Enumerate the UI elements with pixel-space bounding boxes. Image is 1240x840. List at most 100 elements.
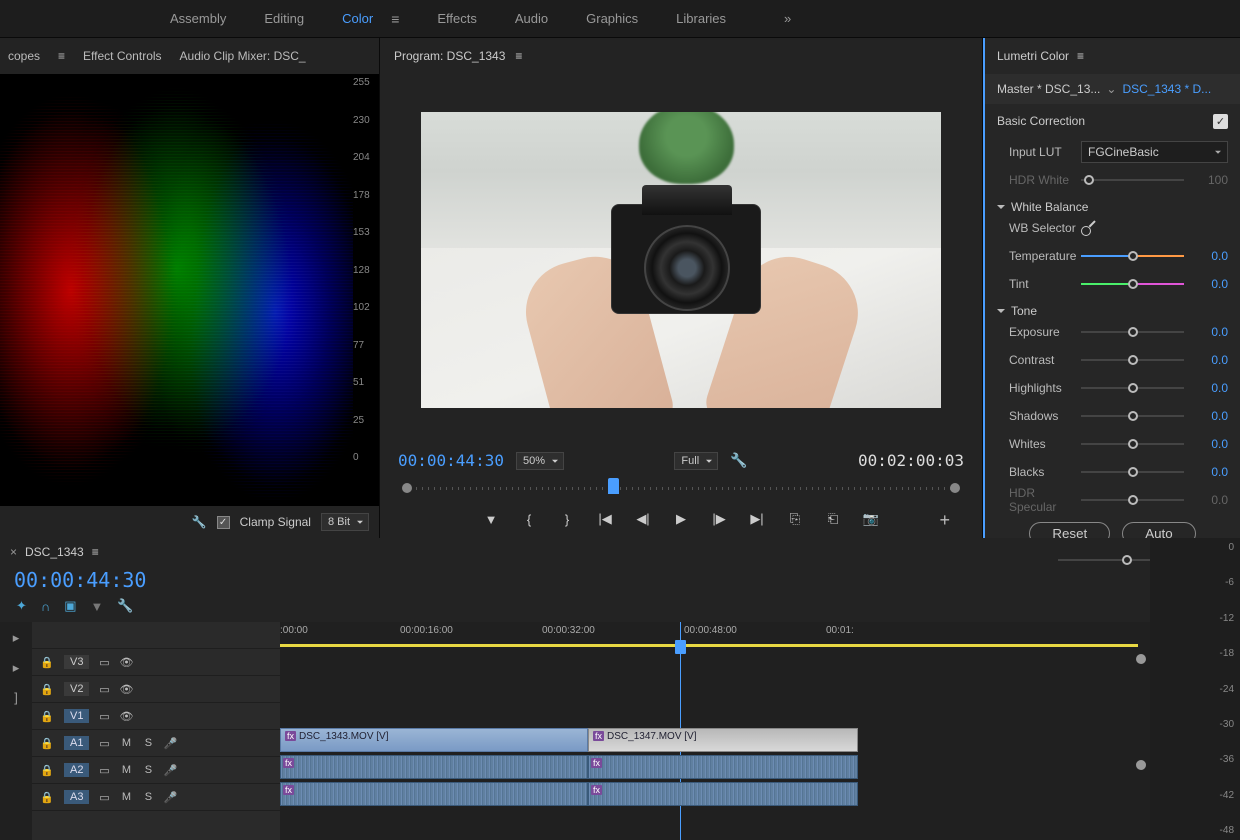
track-v2[interactable]: 🔒V2▭👁 bbox=[32, 676, 280, 703]
sync-lock-icon[interactable]: ▭ bbox=[97, 710, 111, 723]
contrast-slider[interactable] bbox=[1081, 353, 1184, 367]
tone-group[interactable]: Tone bbox=[997, 304, 1228, 318]
solo-icon[interactable]: S bbox=[141, 737, 155, 749]
sync-lock-icon[interactable]: ▭ bbox=[97, 656, 111, 669]
go-to-in-icon[interactable]: |◀ bbox=[596, 510, 614, 528]
viewer-canvas[interactable] bbox=[421, 112, 941, 408]
track-a1[interactable]: 🔒A1▭MS🎤 bbox=[32, 730, 280, 757]
program-timecode[interactable]: 00:00:44:30 bbox=[398, 451, 504, 470]
time-ruler[interactable]: :00:00 00:00:16:00 00:00:32:00 00:00:48:… bbox=[280, 622, 1150, 646]
mark-in-icon[interactable]: { bbox=[520, 510, 538, 528]
export-frame-icon[interactable]: 📷 bbox=[862, 510, 880, 528]
eye-icon[interactable]: 👁 bbox=[119, 683, 133, 696]
tab-audio-clip-mixer[interactable]: Audio Clip Mixer: DSC_ bbox=[180, 49, 306, 63]
play-icon[interactable]: ▶ bbox=[672, 510, 690, 528]
blacks-value[interactable]: 0.0 bbox=[1190, 465, 1228, 479]
work-area-end[interactable] bbox=[1136, 654, 1146, 664]
workspace-libraries[interactable]: Libraries bbox=[676, 11, 726, 26]
linked-selection-icon[interactable]: ▣ bbox=[64, 598, 76, 614]
lumetri-crumb-master[interactable]: Master * DSC_13... bbox=[997, 82, 1100, 96]
whites-value[interactable]: 0.0 bbox=[1190, 437, 1228, 451]
timeline-canvas[interactable]: :00:00 00:00:16:00 00:00:32:00 00:00:48:… bbox=[280, 622, 1150, 840]
workspace-overflow-icon[interactable]: » bbox=[784, 11, 791, 26]
clip-v1-1[interactable]: fxDSC_1343.MOV [V] bbox=[280, 728, 588, 752]
shadows-slider[interactable] bbox=[1081, 409, 1184, 423]
bit-depth-dropdown[interactable]: 8 Bit bbox=[321, 513, 369, 531]
tint-slider[interactable] bbox=[1081, 277, 1184, 291]
clamp-signal-checkbox[interactable]: ✓ bbox=[217, 516, 230, 529]
mute-icon[interactable]: M bbox=[119, 737, 133, 749]
clip-a2-1[interactable]: fx bbox=[280, 782, 588, 806]
workspace-assembly[interactable]: Assembly bbox=[170, 11, 226, 26]
lock-icon[interactable]: 🔒 bbox=[40, 683, 54, 696]
workspace-effects[interactable]: Effects bbox=[437, 11, 477, 26]
track-v1[interactable]: 🔒V1▭👁 bbox=[32, 703, 280, 730]
chevron-down-icon[interactable]: ⌄ bbox=[1106, 82, 1116, 96]
temperature-value[interactable]: 0.0 bbox=[1190, 249, 1228, 263]
tool-icon[interactable]: ] bbox=[14, 690, 18, 705]
timeline-settings-icon[interactable]: 🔧 bbox=[117, 598, 133, 614]
tool-icon[interactable]: ▸ bbox=[13, 660, 20, 676]
workspace-audio[interactable]: Audio bbox=[515, 11, 548, 26]
track-a2[interactable]: 🔒A2▭MS🎤 bbox=[32, 757, 280, 784]
basic-correction-toggle[interactable]: ✓ bbox=[1213, 114, 1228, 129]
exposure-value[interactable]: 0.0 bbox=[1190, 325, 1228, 339]
clip-v1-2[interactable]: fxDSC_1347.MOV [V] bbox=[588, 728, 858, 752]
lumetri-menu-icon[interactable]: ≡ bbox=[1077, 49, 1084, 63]
highlights-slider[interactable] bbox=[1081, 381, 1184, 395]
clip-a1-2[interactable]: fx bbox=[588, 755, 858, 779]
blacks-slider[interactable] bbox=[1081, 465, 1184, 479]
contrast-value[interactable]: 0.0 bbox=[1190, 353, 1228, 367]
program-scrubber[interactable] bbox=[402, 478, 960, 500]
step-forward-icon[interactable]: |▶ bbox=[710, 510, 728, 528]
track-a3[interactable]: 🔒A3▭MS🎤 bbox=[32, 784, 280, 811]
resolution-dropdown[interactable]: Full bbox=[674, 452, 718, 470]
exposure-slider[interactable] bbox=[1081, 325, 1184, 339]
button-editor-icon[interactable]: + bbox=[939, 510, 950, 531]
workspace-graphics[interactable]: Graphics bbox=[586, 11, 638, 26]
magnet-icon[interactable]: ∩ bbox=[41, 599, 50, 614]
snap-icon[interactable]: ✦ bbox=[16, 598, 27, 614]
workspace-menu-icon[interactable]: ≡ bbox=[391, 11, 399, 27]
whites-slider[interactable] bbox=[1081, 437, 1184, 451]
step-back-icon[interactable]: ◀| bbox=[634, 510, 652, 528]
mark-out-icon[interactable]: } bbox=[558, 510, 576, 528]
clip-a2-2[interactable]: fx bbox=[588, 782, 858, 806]
lift-icon[interactable]: ⎘ bbox=[786, 510, 804, 528]
eyedropper-icon[interactable] bbox=[1081, 220, 1097, 236]
sequence-name[interactable]: DSC_1343 bbox=[25, 545, 84, 559]
basic-correction-label[interactable]: Basic Correction bbox=[997, 114, 1085, 128]
lock-icon[interactable]: 🔒 bbox=[40, 791, 54, 804]
shadows-value[interactable]: 0.0 bbox=[1190, 409, 1228, 423]
tint-value[interactable]: 0.0 bbox=[1190, 277, 1228, 291]
tab-scopes-menu-icon[interactable]: ≡ bbox=[58, 49, 65, 63]
workspace-editing[interactable]: Editing bbox=[264, 11, 304, 26]
lock-icon[interactable]: 🔒 bbox=[40, 737, 54, 750]
clip-a1-1[interactable]: fx bbox=[280, 755, 588, 779]
sync-lock-icon[interactable]: ▭ bbox=[97, 683, 111, 696]
temperature-slider[interactable] bbox=[1081, 249, 1184, 263]
go-to-out-icon[interactable]: ▶| bbox=[748, 510, 766, 528]
playhead-icon[interactable] bbox=[675, 640, 686, 654]
close-sequence-icon[interactable]: × bbox=[10, 545, 17, 559]
extract-icon[interactable]: ⎗ bbox=[824, 510, 842, 528]
tab-effect-controls[interactable]: Effect Controls bbox=[83, 49, 161, 63]
program-settings-icon[interactable]: 🔧 bbox=[730, 452, 747, 469]
input-lut-dropdown[interactable]: FGCineBasic bbox=[1081, 141, 1228, 163]
work-area-bar[interactable] bbox=[280, 644, 1138, 647]
track-v3[interactable]: 🔒V3▭👁 bbox=[32, 649, 280, 676]
add-marker-icon[interactable]: ▼ bbox=[482, 510, 500, 528]
program-menu-icon[interactable]: ≡ bbox=[515, 49, 522, 63]
sequence-menu-icon[interactable]: ≡ bbox=[92, 545, 99, 559]
lock-icon[interactable]: 🔒 bbox=[40, 764, 54, 777]
scopes-settings-icon[interactable]: 🔧 bbox=[192, 515, 207, 529]
white-balance-group[interactable]: White Balance bbox=[997, 200, 1228, 214]
zoom-dropdown[interactable]: 50% bbox=[516, 452, 564, 470]
lumetri-crumb-clip[interactable]: DSC_1343 * D... bbox=[1122, 82, 1211, 96]
highlights-value[interactable]: 0.0 bbox=[1190, 381, 1228, 395]
workspace-color[interactable]: Color bbox=[342, 11, 373, 26]
eye-icon[interactable]: 👁 bbox=[119, 710, 133, 723]
tool-icon[interactable]: ▸ bbox=[13, 630, 20, 646]
voice-over-icon[interactable]: 🎤 bbox=[163, 737, 177, 750]
lock-icon[interactable]: 🔒 bbox=[40, 710, 54, 723]
